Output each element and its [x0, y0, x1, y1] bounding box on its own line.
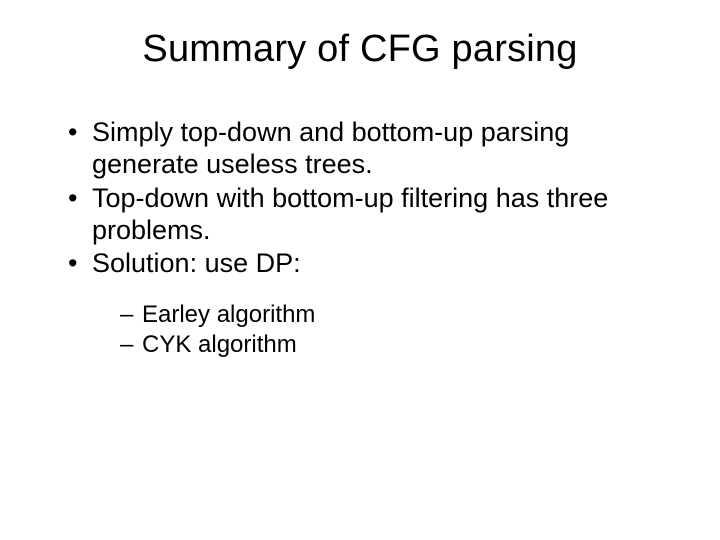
bullet-item: Simply top-down and bottom-up parsing ge… — [68, 117, 680, 181]
slide-title: Summary of CFG parsing — [40, 28, 680, 71]
sub-bullet-item: CYK algorithm — [120, 330, 680, 359]
bullet-item: Top-down with bottom-up filtering has th… — [68, 183, 680, 247]
bullet-item: Solution: use DP: Earley algorithm CYK a… — [68, 248, 680, 358]
sub-bullet-list: Earley algorithm CYK algorithm — [92, 300, 680, 359]
sub-bullet-item: Earley algorithm — [120, 300, 680, 329]
bullet-list: Simply top-down and bottom-up parsing ge… — [40, 117, 680, 359]
bullet-text: Solution: use DP: — [92, 248, 301, 278]
